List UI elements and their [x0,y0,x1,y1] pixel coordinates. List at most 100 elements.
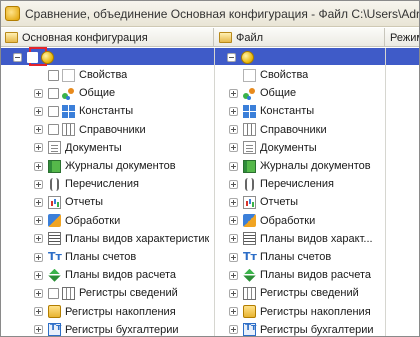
expand-toggle-icon[interactable] [34,270,43,280]
characteristic-types-icon [243,232,256,246]
tree-item-label: Планы видов характ... [260,232,373,245]
collapse-toggle-icon[interactable] [13,52,22,62]
tree-item-label: Документы [260,141,317,154]
tree-item-row[interactable]: Регистры бухгалтерии [229,321,374,336]
expand-toggle-icon[interactable] [229,88,238,98]
tree-item-row[interactable]: Журналы документов [34,157,176,175]
root-checkbox[interactable] [27,51,38,63]
expand-toggle-icon[interactable] [34,88,43,98]
tree-item-row[interactable]: Регистры сведений [229,284,359,302]
expand-toggle-icon[interactable] [229,143,238,153]
item-checkbox[interactable] [48,287,59,299]
tree-item-row[interactable]: Регистры сведений [34,284,178,302]
tree-item-row[interactable]: Регистры накопления [34,303,176,321]
tree-item-row[interactable]: Свойства [229,66,308,84]
expand-toggle-icon[interactable] [229,307,238,317]
enumerations-icon [50,177,59,191]
tree-item-row[interactable]: Справочники [34,121,146,139]
tree-item-row[interactable]: Журналы документов [229,157,371,175]
expand-toggle-icon[interactable] [34,216,43,226]
tree-item-row[interactable]: Планы счетов [229,248,331,266]
tree-item-label: Общие [79,87,116,100]
tree-item-row[interactable]: Отчеты [229,193,298,211]
item-checkbox[interactable] [48,124,59,136]
expand-toggle-icon[interactable] [34,143,43,153]
constants-icon [243,104,256,118]
expand-toggle-icon[interactable] [229,325,238,335]
tree-item-label: Регистры бухгалтерии [260,323,374,336]
data-processors-icon [48,214,61,228]
item-checkbox[interactable] [48,87,59,99]
window-title: Сравнение, объединение Основная конфигур… [25,6,420,21]
tree-item-row[interactable]: Документы [229,139,317,157]
expand-toggle-icon[interactable] [34,288,43,298]
tree-item-row[interactable]: Планы видов характеристик [34,230,209,248]
common-icon [62,87,75,100]
expand-toggle-icon[interactable] [229,179,238,189]
tree-item-label: Константы [79,105,134,118]
accounting-registers-icon [243,323,256,336]
tree-item-label: Свойства [79,69,128,81]
expand-toggle-icon[interactable] [34,125,43,135]
tree-item-row[interactable]: Справочники [229,121,327,139]
expand-toggle-icon[interactable] [34,325,43,335]
tree-item-row[interactable]: Регистры накопления [229,303,371,321]
selected-root-row[interactable] [1,48,419,65]
tree-item-label: Свойства [260,69,309,81]
tree-item-label: Перечисления [65,178,139,191]
tree-item-row[interactable]: Обработки [229,212,315,230]
column-header-file[interactable]: Файл [215,28,385,47]
expand-toggle-icon[interactable] [229,252,238,262]
tree-item-row[interactable]: Перечисления [229,175,334,193]
configuration-icon [5,32,18,43]
expand-toggle-icon[interactable] [229,270,238,280]
expand-toggle-icon[interactable] [229,161,238,171]
expand-toggle-icon[interactable] [34,307,43,317]
configuration-root-icon [41,50,54,64]
tree-item-label: Журналы документов [260,160,371,172]
tree-root-row-right[interactable] [227,48,258,66]
item-checkbox[interactable] [48,105,59,117]
item-checkbox[interactable] [48,69,59,81]
calculation-types-icon [48,268,61,282]
expand-toggle-icon[interactable] [229,197,238,207]
data-processors-icon [243,214,256,228]
collapse-toggle-icon[interactable] [227,52,236,62]
expand-toggle-icon[interactable] [34,161,43,171]
characteristic-types-icon [48,232,61,246]
configuration-icon [219,32,232,43]
tree-item-row[interactable]: Обработки [34,212,120,230]
tree-item-row[interactable]: Перечисления [34,175,139,193]
tree-item-label: Планы видов расчета [65,269,177,282]
tree-item-row[interactable]: Регистры бухгалтерии [34,321,179,336]
column-header-main-config[interactable]: Основная конфигурация [1,28,214,47]
expand-toggle-icon[interactable] [34,179,43,189]
expand-toggle-icon[interactable] [229,234,238,244]
enumerations-icon [245,177,254,191]
tree-item-row[interactable]: Документы [34,139,122,157]
expand-toggle-icon[interactable] [229,288,238,298]
tree-item-row[interactable]: Планы счетов [34,248,136,266]
tree-item-label: Регистры накопления [260,305,371,318]
expand-toggle-icon[interactable] [34,234,43,244]
charts-of-accounts-icon [48,250,62,264]
tree-item-label: Обработки [65,214,121,227]
expand-toggle-icon[interactable] [229,106,238,116]
tree-item-row[interactable]: Планы видов характ... [229,230,373,248]
tree-item-row[interactable]: Константы [229,102,314,120]
expand-toggle-icon[interactable] [229,125,238,135]
expand-toggle-icon[interactable] [34,197,43,207]
expand-toggle-icon[interactable] [34,252,43,262]
tree-item-row[interactable]: Свойства [34,66,127,84]
column-header-mode[interactable]: Режим [386,28,419,47]
tree-item-row[interactable]: Общие [229,84,296,102]
tree-item-row[interactable]: Планы видов расчета [229,266,371,284]
expand-toggle-icon[interactable] [34,106,43,116]
tree-item-row[interactable]: Отчеты [34,193,103,211]
expand-toggle-icon[interactable] [229,216,238,226]
tree-item-row[interactable]: Константы [34,102,133,120]
tree-item-row[interactable]: Общие [34,84,115,102]
tree-item-row[interactable]: Планы видов расчета [34,266,176,284]
information-registers-icon [243,286,256,300]
tree-root-row-left[interactable] [13,48,58,66]
